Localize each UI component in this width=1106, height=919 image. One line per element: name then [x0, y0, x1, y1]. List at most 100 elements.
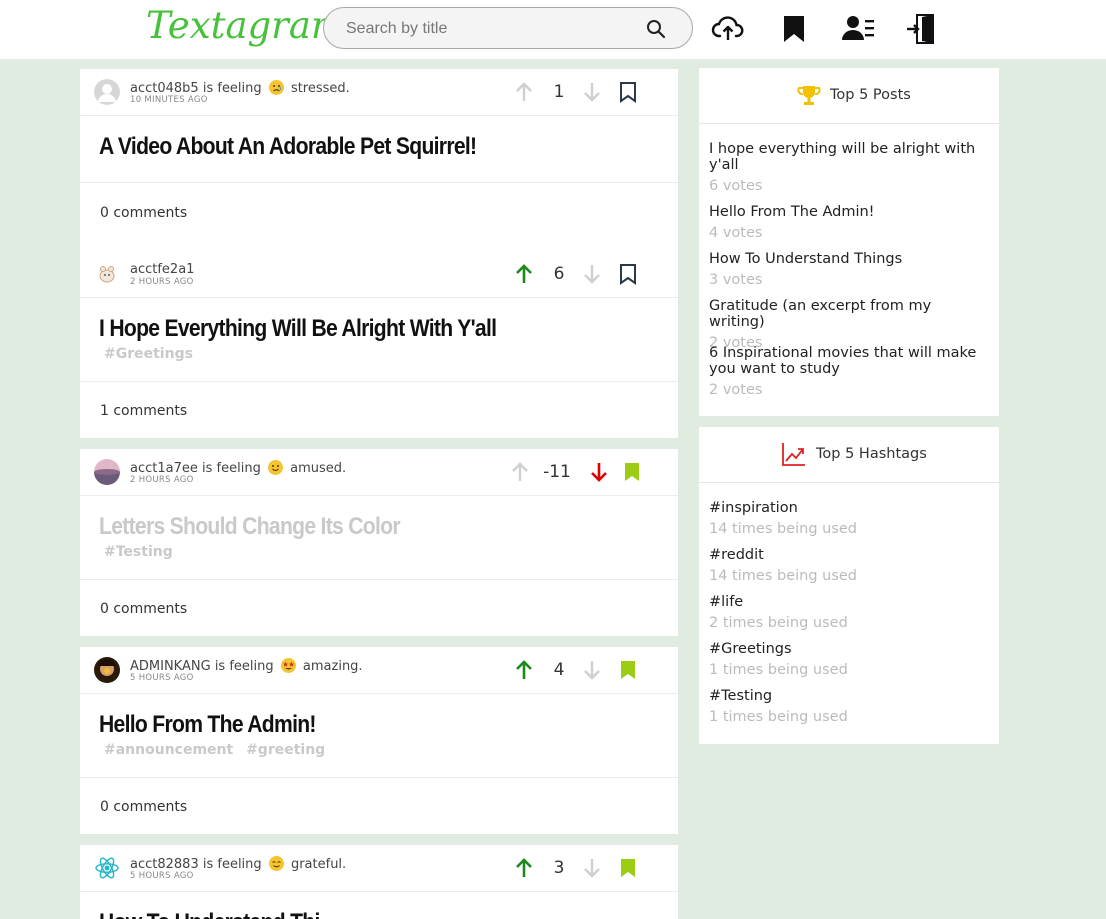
top-posts-header: Top 5 Posts	[699, 68, 999, 124]
hashtag[interactable]: #Greetings	[104, 346, 193, 362]
author-name[interactable]: acct1a7ee	[130, 461, 198, 476]
bookmark-outline-icon[interactable]	[618, 80, 638, 104]
hashtag[interactable]: #greeting	[246, 742, 325, 758]
author-line: acct1a7ee is feeling amused.	[130, 460, 346, 476]
avatar[interactable]	[94, 657, 120, 683]
sad-face-icon	[268, 80, 284, 95]
top-post-item[interactable]: Gratitude (an excerpt from my writing) 2…	[709, 298, 989, 351]
upload-cloud-icon[interactable]	[711, 12, 745, 46]
top-post-title[interactable]: 6 Inspirational movies that will make yo…	[709, 345, 989, 377]
author-name[interactable]: ADMINKANG	[130, 659, 211, 674]
top-hashtag-item[interactable]: #life 2 times being used	[709, 594, 989, 631]
author-name[interactable]: acct82883	[130, 857, 199, 872]
downvote-arrow-icon[interactable]	[582, 81, 602, 103]
post-title[interactable]: A Video About An Adorable Pet Squirrel!	[99, 133, 477, 161]
comments-count[interactable]: 0 comments	[100, 799, 187, 815]
post-card[interactable]: acct048b5 is feeling stressed. 10 MINUTE…	[80, 69, 678, 256]
avatar[interactable]	[94, 261, 120, 287]
app-logo[interactable]: Textagram	[146, 4, 346, 47]
hashtag-count: 14 times being used	[709, 521, 858, 537]
vote-score: 1	[553, 82, 565, 102]
top-hashtags-header: Top 5 Hashtags	[699, 427, 999, 483]
hashtag-label[interactable]: #life	[709, 594, 989, 610]
top-hashtag-item[interactable]: #reddit 14 times being used	[709, 547, 989, 584]
feeling-word: amused.	[290, 461, 347, 476]
bookmark-filled-icon[interactable]	[618, 856, 638, 880]
author-name[interactable]: acctfe2a1	[130, 262, 194, 277]
hashtag-label[interactable]: #Greetings	[709, 641, 989, 657]
feeling-word: grateful.	[290, 857, 347, 872]
post-header: acct048b5 is feeling stressed. 10 MINUTE…	[80, 69, 678, 116]
downvote-arrow-icon[interactable]	[589, 461, 609, 483]
top-post-votes: 6 votes	[709, 178, 763, 194]
post-card[interactable]: ADMINKANG is feeling amazing. 5 HOURS AG…	[80, 647, 678, 834]
top-post-title[interactable]: How To Understand Things	[709, 251, 989, 267]
post-footer: 0 comments	[80, 182, 678, 257]
top-post-title[interactable]: Gratitude (an excerpt from my writing)	[709, 298, 989, 330]
avatar[interactable]	[94, 459, 120, 485]
bookmark-outline-icon[interactable]	[618, 262, 638, 286]
top-post-item[interactable]: How To Understand Things 3 votes	[709, 251, 989, 288]
post-header: acct1a7ee is feeling amused. 2 HOURS AGO…	[80, 449, 678, 496]
feeling-word: amazing.	[302, 659, 363, 674]
logout-icon[interactable]	[905, 12, 939, 46]
blush-face-icon	[268, 856, 284, 871]
bookmark-filled-icon[interactable]	[618, 658, 638, 682]
post-footer: 0 comments	[80, 777, 678, 835]
top-post-title[interactable]: Hello From The Admin!	[709, 204, 989, 220]
post-title[interactable]: Letters Should Change Its Color	[99, 513, 401, 541]
trending-chart-icon	[781, 441, 807, 471]
author-name[interactable]: acct048b5	[130, 81, 199, 96]
top-hashtag-item[interactable]: #Testing 1 times being used	[709, 688, 989, 725]
search-icon[interactable]	[646, 19, 666, 43]
comments-count[interactable]: 0 comments	[100, 205, 187, 221]
top-post-title[interactable]: I hope everything will be alright with y…	[709, 141, 989, 173]
feeling-text: is feeling	[202, 461, 261, 476]
post-card[interactable]: acct1a7ee is feeling amused. 2 HOURS AGO…	[80, 449, 678, 636]
hashtag-label[interactable]: #Testing	[709, 688, 989, 704]
post-title[interactable]: I Hope Everything Will Be Alright With Y…	[99, 315, 497, 343]
top-post-item[interactable]: Hello From The Admin! 4 votes	[709, 204, 989, 241]
hashtag-label[interactable]: #reddit	[709, 547, 989, 563]
post-card[interactable]: acctfe2a1 2 HOURS AGO 6 I Hope Everythin…	[80, 251, 678, 438]
author-line: acctfe2a1	[130, 262, 194, 277]
downvote-arrow-icon[interactable]	[582, 857, 602, 879]
trophy-icon	[797, 83, 821, 111]
top-post-item[interactable]: I hope everything will be alright with y…	[709, 141, 989, 194]
post-card[interactable]: acct82883 is feeling grateful. 5 HOURS A…	[80, 845, 678, 919]
author-line: acct048b5 is feeling stressed.	[130, 80, 350, 96]
hashtag-count: 1 times being used	[709, 709, 848, 725]
feeling-text: is feeling	[202, 81, 262, 96]
hashtag-count: 2 times being used	[709, 615, 848, 631]
upvote-arrow-icon[interactable]	[514, 81, 534, 103]
post-tags: #Greetings	[104, 346, 201, 362]
hashtag[interactable]: #announcement	[104, 742, 233, 758]
vote-score: 6	[553, 264, 565, 284]
upvote-arrow-icon[interactable]	[514, 659, 534, 681]
post-header: acct82883 is feeling grateful. 5 HOURS A…	[80, 845, 678, 892]
upvote-arrow-icon[interactable]	[510, 461, 530, 483]
top-post-item[interactable]: 6 Inspirational movies that will make yo…	[709, 345, 989, 398]
downvote-arrow-icon[interactable]	[582, 263, 602, 285]
vote-score: 4	[553, 660, 565, 680]
comments-count[interactable]: 1 comments	[100, 403, 187, 419]
search-input[interactable]	[344, 17, 638, 41]
bookmark-icon[interactable]	[777, 12, 811, 46]
comments-count[interactable]: 0 comments	[100, 601, 187, 617]
profile-icon[interactable]	[841, 12, 875, 46]
upvote-arrow-icon[interactable]	[514, 857, 534, 879]
post-title[interactable]: Hello From The Admin!	[99, 711, 316, 739]
top-hashtag-item[interactable]: #Greetings 1 times being used	[709, 641, 989, 678]
hashtag-label[interactable]: #inspiration	[709, 500, 989, 516]
post-header: acctfe2a1 2 HOURS AGO 6	[80, 251, 678, 298]
post-title[interactable]: How To Understand Thi	[99, 909, 320, 919]
hashtag[interactable]: #Testing	[104, 544, 173, 560]
avatar[interactable]	[94, 79, 120, 105]
top-hashtag-item[interactable]: #inspiration 14 times being used	[709, 500, 989, 537]
smile-face-icon	[267, 460, 283, 475]
bookmark-filled-icon[interactable]	[622, 460, 642, 484]
search-bar[interactable]	[323, 7, 693, 49]
upvote-arrow-icon[interactable]	[514, 263, 534, 285]
downvote-arrow-icon[interactable]	[582, 659, 602, 681]
react-logo-icon[interactable]	[94, 855, 120, 881]
